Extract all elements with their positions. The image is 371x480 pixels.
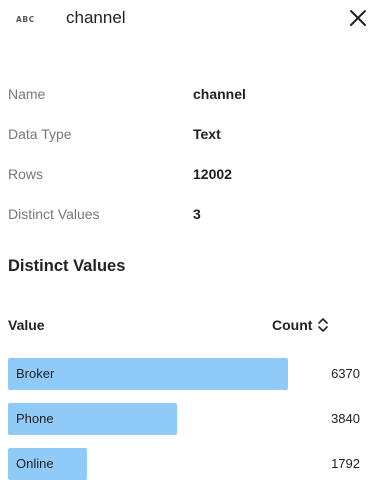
distinct-value-row[interactable]: Broker 6370 bbox=[8, 358, 360, 390]
property-row-data-type: Data Type Text bbox=[8, 126, 358, 146]
distinct-value-count: 6370 bbox=[331, 366, 360, 381]
close-icon[interactable] bbox=[349, 9, 367, 27]
distinct-value-row[interactable]: Online 1792 bbox=[8, 448, 360, 480]
column-details-panel: ABC channel Name channel Data Type Text … bbox=[0, 0, 371, 480]
property-row-rows: Rows 12002 bbox=[8, 166, 358, 186]
property-label: Distinct Values bbox=[8, 206, 100, 222]
value-column-header: Value bbox=[8, 317, 45, 333]
distinct-value-label: Broker bbox=[16, 366, 55, 381]
bar-track: Broker bbox=[8, 358, 288, 390]
property-row-name: Name channel bbox=[8, 86, 358, 106]
distinct-value-label: Phone bbox=[16, 411, 54, 426]
panel-header: ABC channel bbox=[0, 0, 371, 40]
distinct-value-count: 1792 bbox=[331, 456, 360, 471]
count-column-label: Count bbox=[272, 317, 313, 333]
text-type-icon: ABC bbox=[16, 14, 35, 24]
count-column-header[interactable]: Count bbox=[272, 316, 329, 334]
property-label: Name bbox=[8, 86, 46, 102]
property-label: Data Type bbox=[8, 126, 72, 142]
distinct-value-count: 3840 bbox=[331, 411, 360, 426]
distinct-value-row[interactable]: Phone 3840 bbox=[8, 403, 360, 435]
distinct-value-label: Online bbox=[16, 456, 54, 471]
property-value: Text bbox=[193, 126, 221, 142]
panel-title: channel bbox=[66, 8, 126, 27]
distinct-values-heading: Distinct Values bbox=[8, 257, 126, 275]
property-value: 12002 bbox=[193, 166, 232, 182]
bar-track: Online bbox=[8, 448, 288, 480]
property-label: Rows bbox=[8, 166, 44, 182]
property-value: channel bbox=[193, 86, 246, 102]
property-row-distinct-values: Distinct Values 3 bbox=[8, 206, 358, 226]
sort-toggle-icon[interactable] bbox=[317, 316, 329, 334]
bar-track: Phone bbox=[8, 403, 288, 435]
property-value: 3 bbox=[193, 206, 201, 222]
